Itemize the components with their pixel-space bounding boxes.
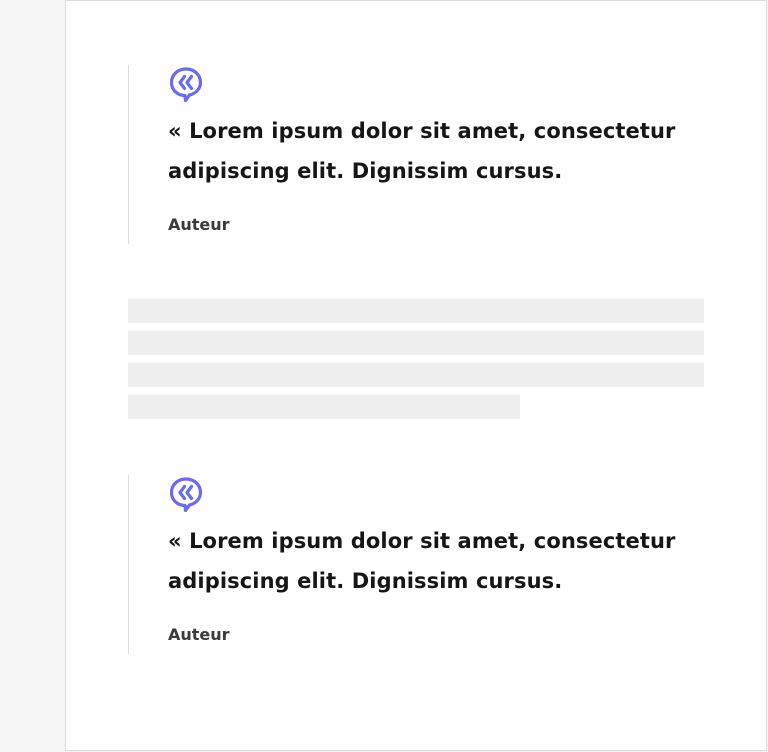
quote-author: Auteur: [168, 215, 230, 234]
placeholder-line: [128, 299, 704, 323]
quote-text: « Lorem ipsum dolor sit amet, consectetu…: [168, 529, 676, 593]
quote-icon: [169, 477, 203, 512]
blockquote-1: « Lorem ipsum dolor sit amet, consectetu…: [128, 65, 728, 244]
quote-author: Auteur: [168, 625, 230, 644]
quote-text: « Lorem ipsum dolor sit amet, consectetu…: [168, 119, 676, 183]
placeholder-line: [128, 363, 704, 387]
quote-icon: [169, 67, 203, 102]
placeholder-paragraph: [128, 299, 704, 427]
content-card: « Lorem ipsum dolor sit amet, consectetu…: [65, 0, 767, 751]
blockquote-2: « Lorem ipsum dolor sit amet, consectetu…: [128, 475, 728, 654]
placeholder-line: [128, 331, 704, 355]
placeholder-line: [128, 395, 520, 419]
